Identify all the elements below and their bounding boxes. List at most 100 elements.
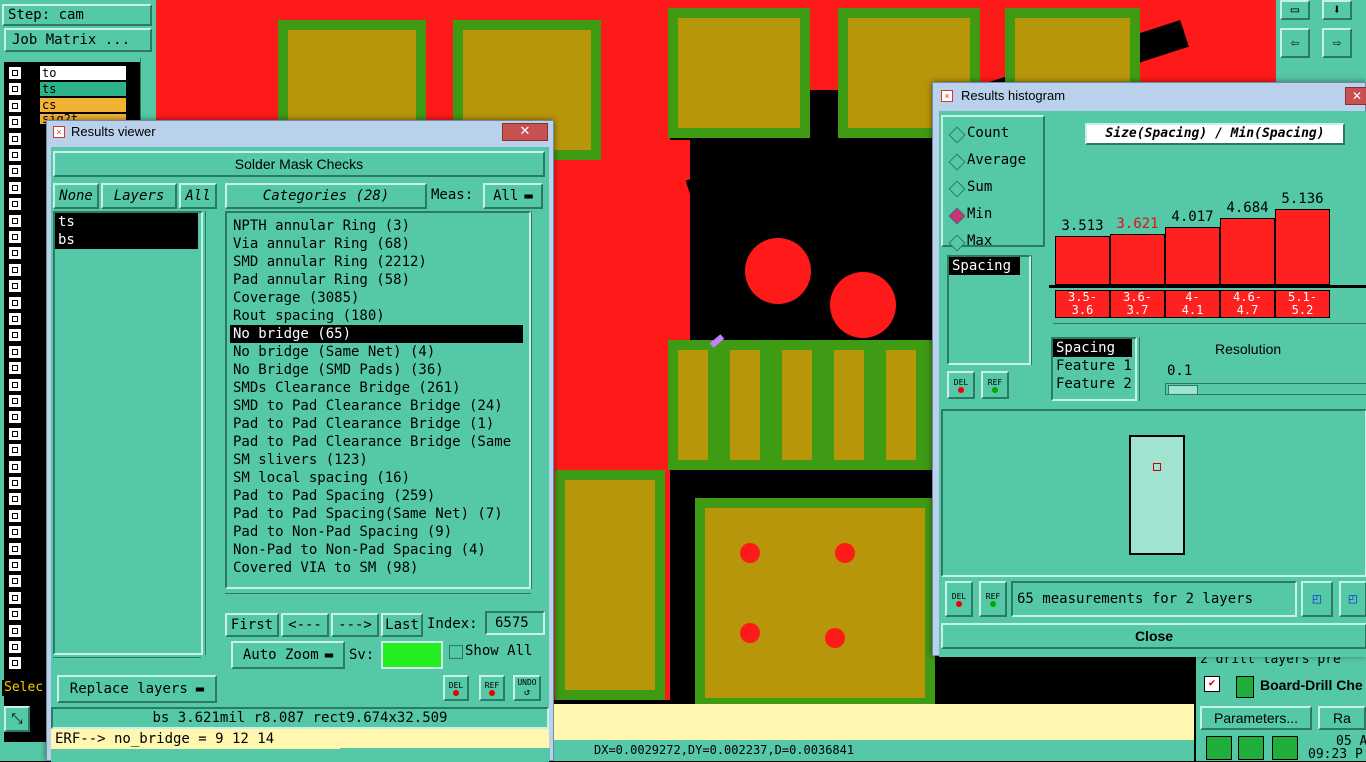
categories-scrollbar[interactable] xyxy=(531,211,546,589)
layer-row[interactable]: to xyxy=(40,66,126,80)
none-button[interactable]: None xyxy=(53,183,99,209)
layer-checkbox[interactable] xyxy=(8,377,22,392)
parameters-button[interactable]: Parameters... xyxy=(1200,706,1312,730)
board-drill-label[interactable]: Board-Drill Che xyxy=(1260,677,1363,693)
layer-checkbox[interactable] xyxy=(8,607,22,622)
category-item[interactable]: SMD annular Ring (2212) xyxy=(230,253,529,271)
layer-checkbox[interactable] xyxy=(8,574,22,589)
layer-checkbox[interactable] xyxy=(8,623,22,638)
ref-button[interactable]: REF xyxy=(979,581,1007,617)
layer-checkbox[interactable] xyxy=(8,459,22,474)
all-layers-button[interactable]: All xyxy=(179,183,217,209)
layer-checkbox[interactable] xyxy=(8,328,22,343)
job-matrix-button[interactable]: Job Matrix ... xyxy=(4,28,152,52)
histogram-bar[interactable] xyxy=(1275,209,1330,285)
category-item[interactable]: SMD to Pad Clearance Bridge (24) xyxy=(230,397,529,415)
category-item[interactable]: NPTH annular Ring (3) xyxy=(230,217,529,235)
layer-checkbox[interactable] xyxy=(8,640,22,654)
resolution-field[interactable]: Spacing xyxy=(1053,339,1132,357)
categories-hscrollbar[interactable] xyxy=(225,593,531,606)
category-item[interactable]: No Bridge (SMD Pads) (36) xyxy=(230,361,529,379)
layer-checkbox[interactable] xyxy=(8,394,22,408)
layer-item-ts[interactable]: ts xyxy=(55,213,198,231)
layer-checkbox[interactable] xyxy=(8,344,22,359)
resolution-slider[interactable] xyxy=(1165,383,1366,395)
layer-checkbox[interactable] xyxy=(8,312,22,326)
layer-checkbox[interactable] xyxy=(8,66,22,80)
resolution-field[interactable]: Feature 1 xyxy=(1053,357,1135,375)
close-icon[interactable]: ✕ xyxy=(502,123,548,141)
resolution-field[interactable]: Feature 2 xyxy=(1053,375,1135,393)
layer-checkbox[interactable] xyxy=(8,410,22,425)
layer-checkbox[interactable] xyxy=(8,262,22,277)
tool-icon[interactable]: ⤡ xyxy=(4,706,30,732)
layer-checkbox[interactable] xyxy=(8,426,22,441)
ra-button[interactable]: Ra xyxy=(1318,706,1366,730)
layer-checkbox[interactable] xyxy=(8,525,22,540)
category-item[interactable]: Pad to Non-Pad Spacing (9) xyxy=(230,523,529,541)
measure-item-spacing[interactable]: Spacing xyxy=(949,257,1020,275)
category-item[interactable]: Pad to Pad Spacing(Same Net) (7) xyxy=(230,505,529,523)
ref-button[interactable]: REF xyxy=(479,675,505,701)
layer-checkbox[interactable] xyxy=(8,508,22,523)
category-item[interactable]: Coverage (3085) xyxy=(230,289,529,307)
category-item[interactable]: SM local spacing (16) xyxy=(230,469,529,487)
prev-button[interactable]: <--- xyxy=(281,613,329,637)
layer-checkbox[interactable] xyxy=(8,115,22,130)
replace-layers-button[interactable]: Replace layers ▬ xyxy=(57,675,217,703)
layer-checkbox[interactable] xyxy=(8,476,22,490)
category-item[interactable]: Covered VIA to SM (98) xyxy=(230,559,529,577)
layer-checkbox[interactable] xyxy=(8,443,22,458)
layer-item-bs[interactable]: bs xyxy=(55,231,198,249)
index-input[interactable]: 6575 xyxy=(485,611,545,635)
layers-scrollbar[interactable] xyxy=(205,211,220,655)
layer-checkbox[interactable] xyxy=(8,230,22,244)
layer-checkbox[interactable] xyxy=(8,131,22,146)
layer-checkbox[interactable] xyxy=(8,656,22,671)
category-item[interactable]: Pad to Pad Clearance Bridge (Same xyxy=(230,433,529,451)
undo-button[interactable]: UNDO ↺ xyxy=(513,675,541,701)
tool-icon[interactable]: ▭ xyxy=(1280,0,1310,20)
layer-checkbox[interactable] xyxy=(8,148,22,162)
del-button[interactable]: DEL xyxy=(945,581,973,617)
del-button[interactable]: DEL xyxy=(443,675,469,701)
tool-icon[interactable]: ⇨ xyxy=(1322,28,1352,58)
zoom-icon[interactable]: ◰ xyxy=(1301,581,1333,617)
del-button[interactable]: DEL xyxy=(947,371,975,399)
category-item[interactable]: SMDs Clearance Bridge (261) xyxy=(230,379,529,397)
layer-row[interactable]: ts xyxy=(40,82,126,96)
categories-button[interactable]: Categories (28) xyxy=(225,183,427,209)
tool-icon[interactable] xyxy=(1238,736,1264,760)
histogram-bar[interactable] xyxy=(1220,218,1275,285)
histogram-bar[interactable] xyxy=(1165,227,1220,285)
sv-color-select[interactable] xyxy=(381,641,443,669)
layer-checkbox[interactable] xyxy=(8,180,22,195)
layer-checkbox[interactable] xyxy=(8,558,22,572)
layer-checkbox[interactable] xyxy=(8,197,22,212)
show-all-checkbox[interactable] xyxy=(449,645,463,659)
tool-icon[interactable] xyxy=(1272,736,1298,760)
auto-zoom-select[interactable]: Auto Zoom ▬ xyxy=(231,641,345,669)
category-item[interactable]: Pad annular Ring (58) xyxy=(230,271,529,289)
category-item[interactable]: Pad to Pad Clearance Bridge (1) xyxy=(230,415,529,433)
meas-select[interactable]: All ▬ xyxy=(483,183,543,209)
first-button[interactable]: First xyxy=(225,613,279,637)
layers-button[interactable]: Layers xyxy=(101,183,177,209)
category-item[interactable]: Via annular Ring (68) xyxy=(230,235,529,253)
category-item[interactable]: Non-Pad to Non-Pad Spacing (4) xyxy=(230,541,529,559)
category-item[interactable]: Rout spacing (180) xyxy=(230,307,529,325)
ref-button[interactable]: REF xyxy=(981,371,1009,399)
histogram-titlebar[interactable]: × Results histogram ✕ xyxy=(933,85,1366,107)
tool-icon[interactable]: ⬇ xyxy=(1322,0,1352,20)
category-item[interactable]: No bridge (65) xyxy=(230,325,523,343)
measure-scrollbar[interactable] xyxy=(1031,255,1044,365)
select-label[interactable]: Selec xyxy=(2,680,50,696)
results-viewer-titlebar[interactable]: × Results viewer ✕ xyxy=(47,121,553,143)
histogram-bar[interactable] xyxy=(1055,236,1110,285)
layer-checkbox[interactable] xyxy=(8,82,22,97)
layer-row[interactable]: cs xyxy=(40,98,126,112)
layer-checkbox[interactable] xyxy=(8,295,22,310)
category-item[interactable]: SM slivers (123) xyxy=(230,451,529,469)
layer-checkbox[interactable] xyxy=(8,361,22,376)
close-icon[interactable]: ✕ xyxy=(1345,87,1366,105)
